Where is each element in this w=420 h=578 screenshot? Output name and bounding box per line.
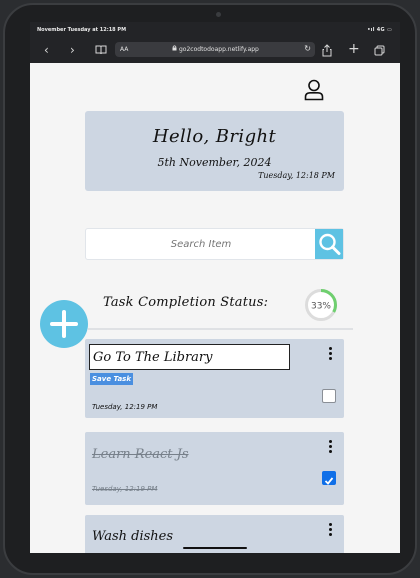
reload-icon[interactable]: ↻ xyxy=(304,44,311,53)
greeting-text: Hello, Bright xyxy=(152,126,277,147)
url-text: go2codtodoapp.netlify.app xyxy=(179,46,259,53)
task-card: Learn React Js Tuesday, 12:19 PM xyxy=(85,432,344,505)
reader-aa-button[interactable]: AA xyxy=(120,46,128,53)
back-icon[interactable]: ‹ xyxy=(44,44,49,56)
completion-status-label: Task Completion Status: xyxy=(103,295,269,310)
task-title: Learn React Js xyxy=(92,447,189,462)
user-profile-icon[interactable] xyxy=(304,79,324,101)
search-icon xyxy=(319,233,341,255)
home-indicator xyxy=(183,547,247,549)
divider xyxy=(88,328,353,330)
save-task-button[interactable]: Save Task xyxy=(90,373,134,385)
checkmark-icon xyxy=(324,477,334,485)
screen: November Tuesday at 12:18 PM •ıl 4G ▭ ‹ … xyxy=(30,22,400,553)
new-tab-icon[interactable]: + xyxy=(348,42,360,56)
greeting-card: Hello, Bright 5th November, 2024 Tuesday… xyxy=(85,111,344,191)
status-bar: November Tuesday at 12:18 PM •ıl 4G ▭ xyxy=(30,22,400,39)
search-button[interactable] xyxy=(315,229,343,259)
camera xyxy=(216,12,221,17)
forward-icon[interactable]: › xyxy=(70,44,75,56)
search-box xyxy=(85,228,344,260)
address-bar[interactable]: AA go2codtodoapp.netlify.app ↻ xyxy=(115,42,315,57)
completion-progress-ring: 33% xyxy=(304,288,338,322)
book-icon[interactable] xyxy=(95,45,107,57)
task-checkbox[interactable] xyxy=(322,389,336,403)
search-input[interactable] xyxy=(86,229,316,259)
completion-percent: 33% xyxy=(311,302,331,312)
share-icon[interactable] xyxy=(322,44,332,59)
add-task-button[interactable] xyxy=(40,300,88,348)
tabs-icon[interactable] xyxy=(374,45,385,58)
kebab-menu-icon[interactable] xyxy=(329,347,333,362)
plus-icon xyxy=(50,310,78,338)
task-title: Wash dishes xyxy=(92,529,174,544)
date-text: 5th November, 2024 xyxy=(157,156,272,169)
kebab-menu-icon[interactable] xyxy=(329,523,333,538)
status-indicators: •ıl 4G ▭ xyxy=(367,27,392,33)
task-checkbox[interactable] xyxy=(322,471,336,485)
task-time: Tuesday, 12:19 PM xyxy=(92,403,158,411)
datetime-text: Tuesday, 12:18 PM xyxy=(258,171,335,180)
lock-icon xyxy=(172,45,177,53)
task-time: Tuesday, 12:19 PM xyxy=(92,485,158,493)
kebab-menu-icon[interactable] xyxy=(329,440,333,455)
browser-toolbar: ‹ › AA go2codtodoapp.netlify.app ↻ + xyxy=(30,39,400,63)
task-card: Save Task Tuesday, 12:19 PM xyxy=(85,339,344,418)
status-time: November Tuesday at 12:18 PM xyxy=(37,27,127,33)
task-edit-input[interactable] xyxy=(89,344,290,370)
